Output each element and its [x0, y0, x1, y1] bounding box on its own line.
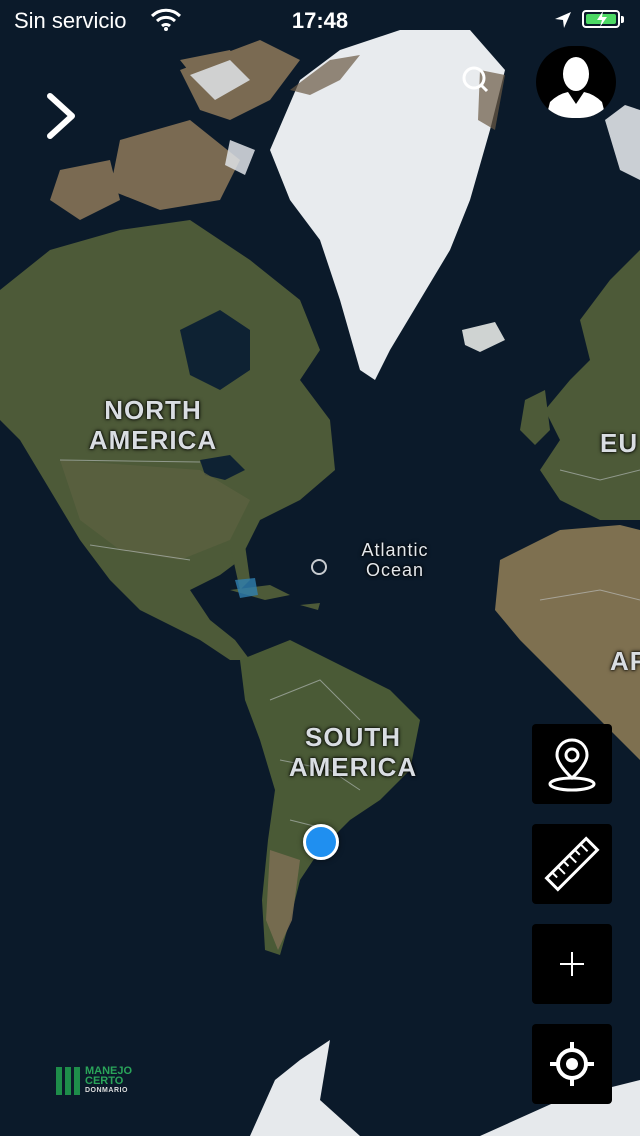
profile-button[interactable] — [536, 46, 616, 118]
plus-icon — [560, 952, 584, 976]
locate-me-button[interactable] — [532, 1024, 612, 1104]
label-atlantic-ocean: Atlantic Ocean — [361, 540, 429, 580]
menu-toggle-button[interactable] — [40, 92, 84, 140]
label-north-america: NORTH AMERICA — [88, 395, 218, 455]
search-button[interactable] — [460, 64, 490, 94]
clock: 17:48 — [291, 8, 349, 33]
battery-charging-icon — [582, 10, 624, 28]
crosshair-locate-icon — [550, 1042, 594, 1086]
ocean-label-marker — [311, 559, 327, 575]
label-south-america: SOUTH AMERICA — [288, 722, 418, 782]
ruler-icon — [544, 836, 600, 892]
map-pin-icon — [548, 738, 596, 792]
map-screen: Sin servicio 17:48 NORTH AMERICA Atlanti… — [0, 0, 640, 1136]
measure-button[interactable] — [532, 824, 612, 904]
label-africa-partial: AF — [610, 646, 640, 676]
location-arrow-icon — [553, 10, 573, 36]
logo-line-3: DONMARIO — [85, 1087, 128, 1094]
logo-line-2: CERTO — [85, 1075, 124, 1087]
chevron-right-icon — [47, 93, 75, 139]
logo-mark — [56, 1067, 80, 1095]
label-europe-partial: EU — [600, 428, 639, 458]
search-icon — [462, 66, 489, 93]
manejo-certo-logo: MANEJO CERTO DONMARIO — [56, 1066, 132, 1096]
user-location-dot — [303, 824, 339, 860]
status-bar: Sin servicio 17:48 — [0, 0, 640, 40]
user-silhouette-icon — [546, 57, 606, 118]
map-pin-button[interactable] — [532, 724, 612, 804]
zoom-in-button[interactable] — [532, 924, 612, 1004]
